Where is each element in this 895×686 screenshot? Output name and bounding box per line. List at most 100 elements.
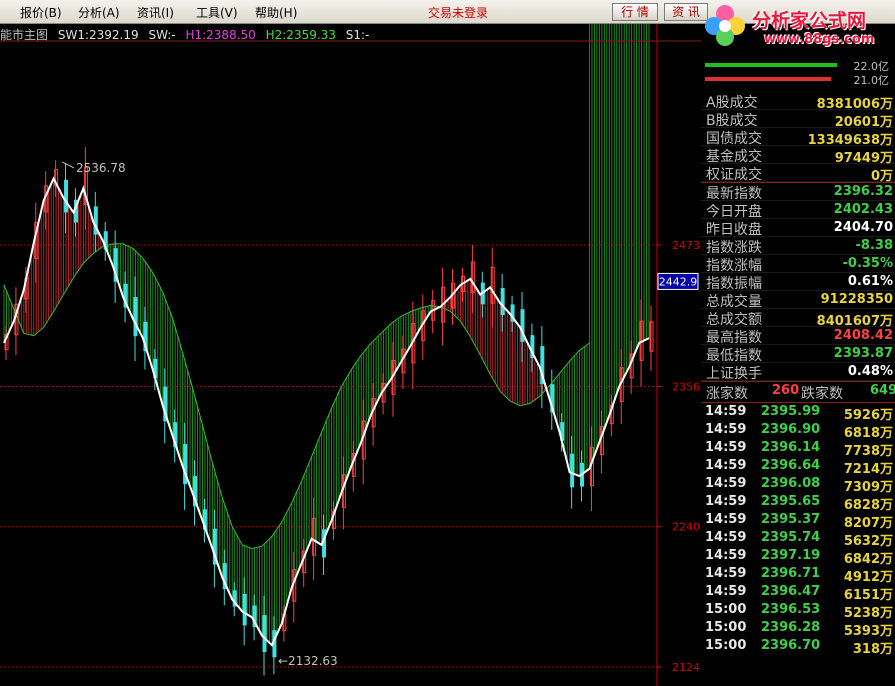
tick-row: 14:59 2395.65 6828万: [701, 493, 895, 513]
candle-body: [242, 593, 247, 626]
up-volume-bar: [705, 63, 837, 67]
tick-time: 14:59: [705, 404, 747, 419]
tick-price: 2395.99: [761, 404, 821, 419]
high-price-pointer: [61, 161, 75, 169]
stat-row: 昨日收盘 2404.70: [701, 219, 895, 238]
tick-time: 15:00: [705, 620, 747, 635]
stats-list: A股成交 8381006万 B股成交 20601万 国债成交 13349638万 基金成交 9…: [701, 92, 895, 657]
tick-row: 14:59 2396.47 6151万: [701, 583, 895, 603]
stat-label: 基金成交: [706, 149, 762, 165]
stat-value: -8.38: [855, 238, 893, 253]
stat-row: 指数涨幅 -0.35%: [701, 255, 895, 274]
trade-login-status[interactable]: 交易未登录: [428, 4, 488, 21]
down-volume-value: 21.0亿: [853, 74, 890, 87]
sw1-value: SW1:2392.19: [57, 28, 139, 42]
menu-analysis[interactable]: 分析(A): [78, 4, 120, 21]
menu-quote[interactable]: 报价(B): [20, 4, 62, 21]
tick-row: 15:00 2396.28 5393万: [701, 619, 895, 639]
tick-price: 2396.14: [761, 440, 821, 455]
advance-decline-row: 涨家数 260 跌家数 649: [701, 382, 895, 402]
candle-body: [500, 288, 505, 316]
stat-row: 总成交额 8401607万: [701, 309, 895, 329]
tick-price: 2396.70: [761, 638, 821, 653]
tick-price: 2396.90: [761, 422, 821, 437]
stat-value: 91228350: [820, 292, 893, 307]
tick-row: 14:59 2396.64 7214万: [701, 457, 895, 477]
tick-time: 14:59: [705, 566, 747, 581]
indicator-header: 能市主图 SW1:2392.19 SW:- H1:2388.50 H2:2359…: [0, 26, 375, 42]
stat-value: 2408.42: [833, 328, 893, 343]
tick-price: 2396.47: [761, 584, 821, 599]
candle-body: [133, 297, 138, 337]
chart-title: 能市主图: [0, 28, 49, 42]
stat-value: 0.48%: [847, 364, 893, 379]
tick-row: 15:00 2396.53 5238万: [701, 601, 895, 621]
tick-price: 2396.28: [761, 620, 821, 635]
tick-price: 2396.71: [761, 566, 821, 581]
up-count: 260: [772, 383, 800, 398]
stat-row: 最高指数 2408.42: [701, 327, 895, 346]
tick-time: 14:59: [705, 440, 747, 455]
tick-time: 14:59: [705, 458, 747, 473]
axis-tick-label: 2124: [672, 661, 700, 674]
tick-price: 2395.65: [761, 494, 821, 509]
stat-row: 今日开盘 2402.43: [701, 201, 895, 220]
stat-row: 权证成交 0万: [701, 164, 895, 184]
tick-row: 14:59 2396.08 7309万: [701, 475, 895, 495]
candle-body: [570, 453, 575, 488]
stat-row: 最低指数 2393.87: [701, 345, 895, 364]
stat-row: 指数涨跌 -8.38: [701, 237, 895, 256]
h1-value: H1:2388.50: [185, 28, 256, 42]
logo-flower-icon: [705, 5, 745, 46]
stat-label: 最高指数: [706, 330, 762, 346]
tick-row: 14:59 2396.90 6818万: [701, 421, 895, 441]
quote-button[interactable]: 行 情: [612, 3, 658, 21]
down-count-label: 跌家数: [801, 386, 843, 402]
tick-time: 14:59: [705, 530, 747, 545]
stat-value: -0.35%: [842, 256, 894, 271]
current-price-label: 2442.9: [659, 275, 698, 288]
up-count-label: 涨家数: [706, 386, 748, 402]
stat-label: 权证成交: [706, 167, 762, 183]
tick-time: 14:59: [705, 512, 747, 527]
tick-row: 14:59 2395.37 8207万: [701, 511, 895, 531]
tick-price: 2395.37: [761, 512, 821, 527]
menu-help[interactable]: 帮助(H): [255, 4, 297, 21]
stat-value: 0.61%: [847, 274, 893, 289]
stat-value: 2396.32: [833, 184, 893, 199]
s1-value: S1:-: [345, 28, 370, 42]
h2-value: H2:2359.33: [265, 28, 336, 42]
tick-row: 14:59 2396.14 7738万: [701, 439, 895, 459]
stat-value: 2393.87: [833, 346, 893, 361]
stat-row: 最新指数 2396.32: [701, 183, 895, 202]
menu-tools[interactable]: 工具(V): [196, 4, 238, 21]
volume-bar-down: 21.0亿: [701, 72, 895, 87]
low-price-label: ←2132.63: [278, 654, 338, 668]
tick-list: 14:59 2395.99 5926万 14:59 2396.90 6818万 14:59 2…: [701, 403, 895, 657]
tick-time: 14:59: [705, 494, 747, 509]
high-price-label: 2536.78: [76, 161, 126, 175]
tick-row: 14:59 2396.71 4912万: [701, 565, 895, 585]
stat-value: 2404.70: [833, 220, 893, 235]
stat-label: 指数振幅: [706, 276, 762, 292]
stat-label: 总成交量: [706, 294, 762, 310]
logo-url: www.88gs.com: [764, 32, 875, 47]
stat-value: 0万: [870, 169, 893, 184]
tick-row: 15:00 2396.70 318万: [701, 637, 895, 657]
stat-row: 上证换手 0.48%: [701, 363, 895, 382]
candle-body: [64, 179, 69, 213]
axis-tick-label: 2356: [672, 380, 700, 393]
tick-price: 2396.64: [761, 458, 821, 473]
logo-brand: 分析家公式网: [752, 10, 867, 32]
tick-price: 2397.19: [761, 548, 821, 563]
stat-label: 最新指数: [706, 186, 762, 202]
stat-label: 昨日收盘: [706, 222, 762, 238]
stat-row: 基金成交 97449万: [701, 146, 895, 166]
stat-label: A股成交: [706, 95, 758, 111]
stat-label: B股成交: [706, 113, 758, 129]
menu-news[interactable]: 资讯(I): [137, 4, 174, 21]
stat-row: 指数振幅 0.61%: [701, 273, 895, 292]
tick-time: 14:59: [705, 422, 747, 437]
stat-value: 2402.43: [833, 202, 893, 217]
stat-label: 上证换手: [706, 366, 762, 382]
